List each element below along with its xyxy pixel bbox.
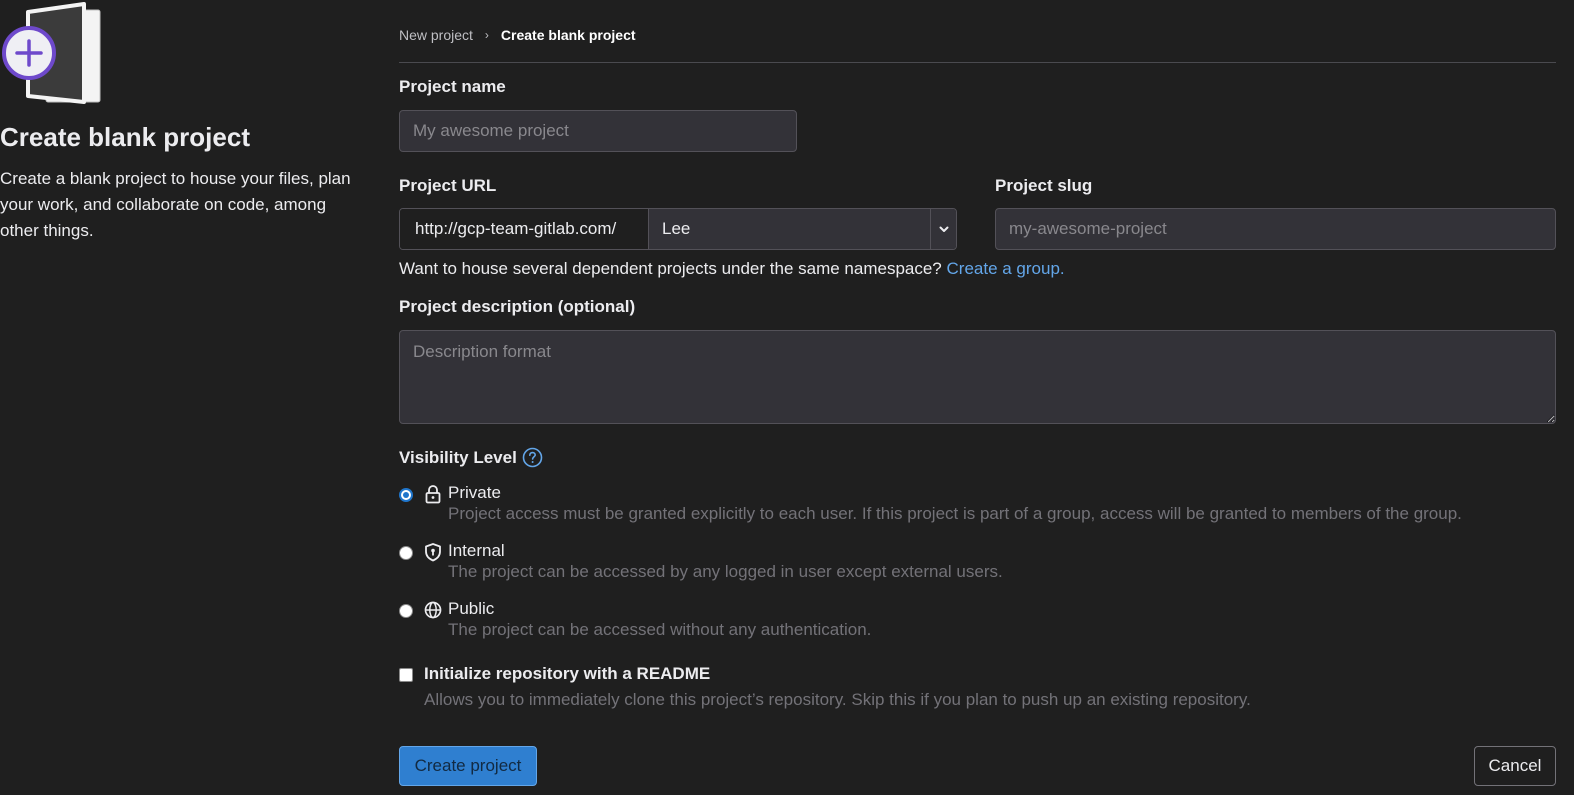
project-url-label: Project URL — [399, 176, 497, 195]
group-help-message: Want to house several dependent projects… — [399, 259, 942, 278]
question-circle-icon[interactable] — [522, 447, 543, 468]
lock-icon — [425, 485, 441, 504]
visibility-level-label: Visibility Level — [399, 447, 543, 468]
namespace-value: Lee — [662, 219, 691, 238]
group-help-text: Want to house several dependent projects… — [399, 259, 1065, 279]
private-title: Private — [448, 483, 501, 502]
internal-description: The project can be accessed by any logge… — [448, 562, 1003, 581]
project-slug-label: Project slug — [995, 176, 1093, 195]
chevron-right-icon: › — [484, 28, 489, 42]
intro-description: Create a blank project to house your fil… — [0, 169, 351, 240]
cancel-button[interactable]: Cancel — [1474, 746, 1556, 786]
create-project-button[interactable]: Create project — [399, 746, 537, 786]
globe-icon — [424, 601, 442, 619]
readme-label[interactable]: Initialize repository with a README — [424, 664, 710, 684]
url-prefix: http://gcp-team-gitlab.com/ — [400, 209, 649, 249]
namespace-select[interactable]: Lee — [649, 209, 956, 249]
intro-title: Create blank project — [0, 122, 250, 152]
public-title: Public — [448, 599, 495, 618]
create-group-link[interactable]: Create a group. — [947, 259, 1065, 278]
visibility-option-internal[interactable]: Internal The project can be accessed by … — [399, 541, 1556, 591]
readme-description: Allows you to immediately clone this pro… — [424, 690, 1251, 709]
private-radio[interactable] — [399, 488, 413, 502]
internal-title: Internal — [448, 541, 505, 560]
project-description-label: Project description (optional) — [399, 297, 636, 316]
breadcrumb: New project › Create blank project — [399, 25, 636, 45]
chevron-down-icon[interactable] — [930, 209, 956, 249]
header-divider — [399, 62, 1556, 63]
breadcrumb-current: Create blank project — [500, 27, 636, 43]
breadcrumb-new-project[interactable]: New project — [399, 27, 473, 43]
visibility-option-private[interactable]: Private Project access must be granted e… — [399, 483, 1556, 533]
project-slug-input[interactable] — [995, 208, 1556, 250]
public-description: The project can be accessed without any … — [448, 620, 872, 639]
public-radio[interactable] — [399, 604, 413, 618]
create-blank-project-page: Create blank project Create a blank proj… — [0, 0, 1574, 795]
project-url-group: http://gcp-team-gitlab.com/ Lee — [399, 208, 957, 250]
readme-checkbox[interactable] — [399, 668, 413, 682]
new-project-illustration-icon — [2, 2, 101, 104]
private-description: Project access must be granted explicitl… — [448, 504, 1462, 523]
project-description-input[interactable] — [399, 330, 1556, 424]
visibility-level-text: Visibility Level — [399, 447, 517, 467]
shield-icon — [425, 543, 441, 562]
visibility-option-public[interactable]: Public The project can be accessed witho… — [399, 599, 1556, 649]
project-name-label: Project name — [399, 77, 506, 96]
internal-radio[interactable] — [399, 546, 413, 560]
project-name-input[interactable] — [399, 110, 797, 152]
